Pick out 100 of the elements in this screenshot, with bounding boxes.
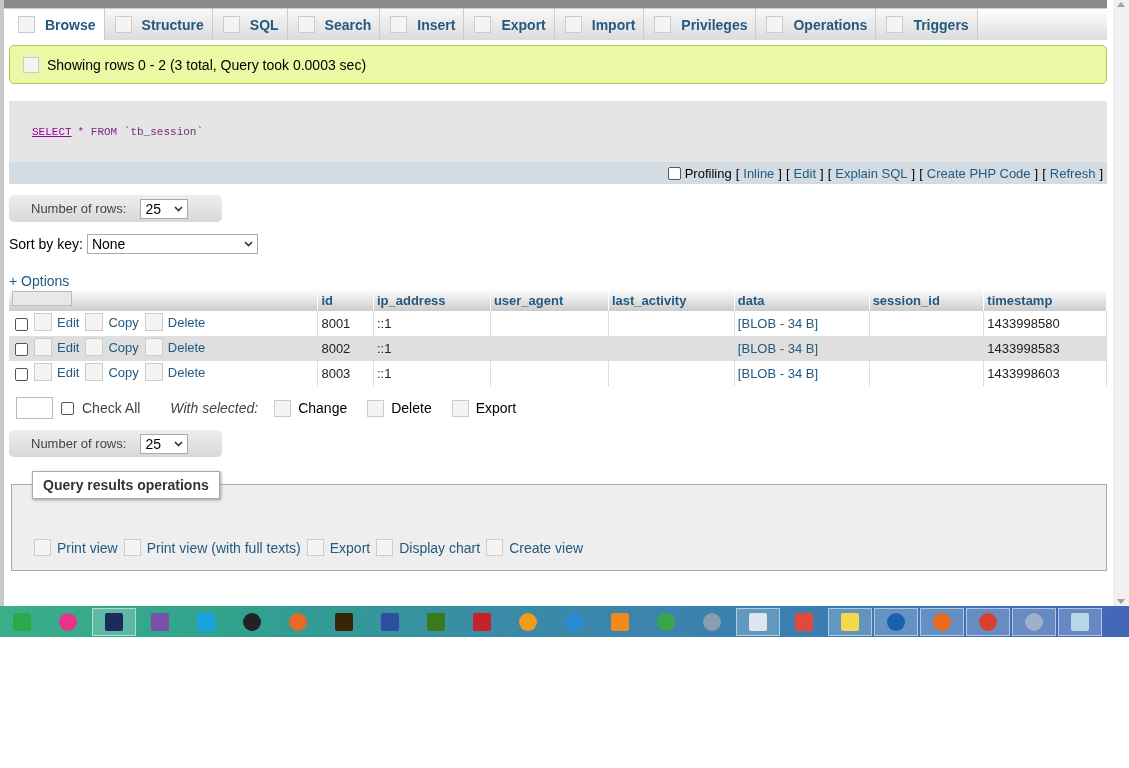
sql-action-link[interactable]: Edit (793, 165, 816, 181)
blank-icon (474, 16, 492, 33)
blank-icon (23, 56, 39, 73)
blank-icon (34, 539, 51, 556)
row-action-link[interactable]: Copy (108, 314, 139, 330)
sql-action-link[interactable]: Explain SQL (835, 165, 908, 181)
blank-icon (144, 338, 163, 356)
sql-action-link[interactable]: Refresh (1049, 165, 1096, 181)
operation-link[interactable]: Create view (509, 540, 584, 556)
bracket: [ (919, 165, 923, 181)
blank-icon (390, 16, 408, 33)
row-checkbox[interactable] (15, 318, 28, 331)
row-action-link[interactable]: Edit (57, 339, 80, 355)
with-selected-label: With selected: (170, 400, 259, 416)
profiling-label: Profiling (684, 165, 732, 181)
operation-link[interactable]: Print view (with full texts) (146, 540, 301, 556)
blank-icon (274, 399, 292, 417)
rows-per-page-select[interactable]: 25 (140, 433, 189, 454)
tab[interactable]: Triggers (876, 9, 978, 40)
sort-select[interactable]: None (86, 234, 258, 254)
tab[interactable]: Operations (756, 9, 877, 40)
blank-icon (34, 338, 52, 356)
profiling-checkbox[interactable] (667, 166, 681, 180)
operation-link[interactable]: Display chart (399, 540, 481, 556)
blank-icon (564, 16, 582, 33)
blank-icon (297, 16, 315, 33)
rows-per-page-label: Number of rows: (31, 436, 127, 451)
bulk-action-link[interactable]: Export (475, 400, 517, 416)
blank-icon (451, 399, 469, 417)
table-cell: 8003 (317, 361, 374, 386)
bulk-action-link[interactable]: Change (298, 400, 348, 416)
row-checkbox[interactable] (15, 343, 28, 356)
bracket: ] (820, 165, 824, 181)
column-header[interactable]: last_activity (608, 289, 735, 311)
row-action-link[interactable]: Edit (57, 314, 80, 330)
caret-icon (174, 440, 184, 447)
bracket: [ (785, 165, 790, 181)
blank-icon (766, 16, 784, 33)
tab[interactable]: Structure (104, 9, 213, 40)
caret-icon (243, 241, 253, 247)
input-field[interactable] (16, 397, 53, 419)
row-action-link[interactable]: Delete (167, 364, 206, 380)
tab[interactable]: Privileges (644, 9, 757, 40)
operation-link[interactable]: Print view (57, 540, 118, 556)
bracket: [ (735, 165, 740, 181)
blank-icon (123, 539, 141, 556)
tab[interactable]: Export (464, 9, 555, 40)
bracket: ] (1034, 165, 1039, 181)
row-action-link[interactable]: Copy (108, 339, 139, 355)
row-action-link[interactable]: Copy (108, 364, 139, 380)
rows-per-page-select[interactable]: 25 (140, 198, 189, 219)
sql-query-text: * FROM `tb_session` (77, 125, 204, 138)
scrollbar[interactable] (1113, 0, 1129, 606)
blank-icon (85, 338, 104, 356)
sql-keyword-link[interactable]: SELECT (32, 125, 72, 138)
options-link[interactable]: + Options (9, 273, 70, 289)
bulk-action-link[interactable]: Delete (391, 400, 432, 416)
check-all-label: Check All (82, 400, 141, 416)
check-all-checkbox[interactable] (61, 401, 74, 415)
row-action-link[interactable]: Delete (167, 314, 206, 330)
blank-icon (654, 16, 672, 33)
column-header[interactable]: ip_address (373, 289, 491, 311)
caret-icon (174, 205, 184, 212)
row-action-link[interactable]: Delete (167, 339, 206, 355)
taskbar-button[interactable] (92, 607, 136, 636)
blank-icon (18, 16, 35, 33)
blank-icon (367, 399, 385, 417)
blank-icon (114, 16, 132, 33)
tab[interactable]: SQL (212, 9, 288, 40)
column-header[interactable]: user_agent (490, 289, 609, 311)
table-cell: [BLOB - 34 B] (734, 361, 870, 386)
tab[interactable]: Import (554, 9, 645, 40)
bracket: ] (778, 165, 782, 181)
column-header[interactable]: id (317, 289, 374, 311)
table-cell: ::1 (373, 361, 491, 386)
sql-action-link[interactable]: Inline (743, 165, 775, 181)
row-action-link[interactable]: Edit (57, 364, 80, 380)
row-checkbox[interactable] (15, 368, 28, 381)
blank-icon (376, 539, 394, 556)
notice-text: Showing rows 0 - 2 (3 total, Query took 0.0003 sec) (47, 56, 367, 73)
panel-legend: Query results operations (32, 471, 220, 499)
bracket: ] (1099, 165, 1103, 181)
sort-label: Sort by key: (9, 236, 83, 252)
header-button[interactable] (12, 291, 72, 306)
table-cell: 1433998603 (983, 361, 1107, 386)
tab[interactable]: Search (287, 9, 381, 40)
rows-per-page-label: Number of rows: (31, 201, 127, 216)
column-header[interactable]: timestamp (983, 289, 1107, 311)
sql-action-link[interactable]: Create PHP Code (926, 165, 1031, 181)
operation-link[interactable]: Export (329, 540, 371, 556)
column-header[interactable]: session_id (869, 289, 984, 311)
bracket: [ (827, 165, 832, 181)
column-header[interactable]: data (734, 289, 870, 311)
blank-icon (306, 539, 324, 556)
blank-icon (886, 16, 904, 33)
blank-icon (222, 16, 240, 33)
tab[interactable]: Insert (380, 9, 465, 40)
bracket: [ (1042, 165, 1046, 181)
bracket: ] (911, 165, 916, 181)
tab[interactable]: Browse (8, 9, 105, 40)
